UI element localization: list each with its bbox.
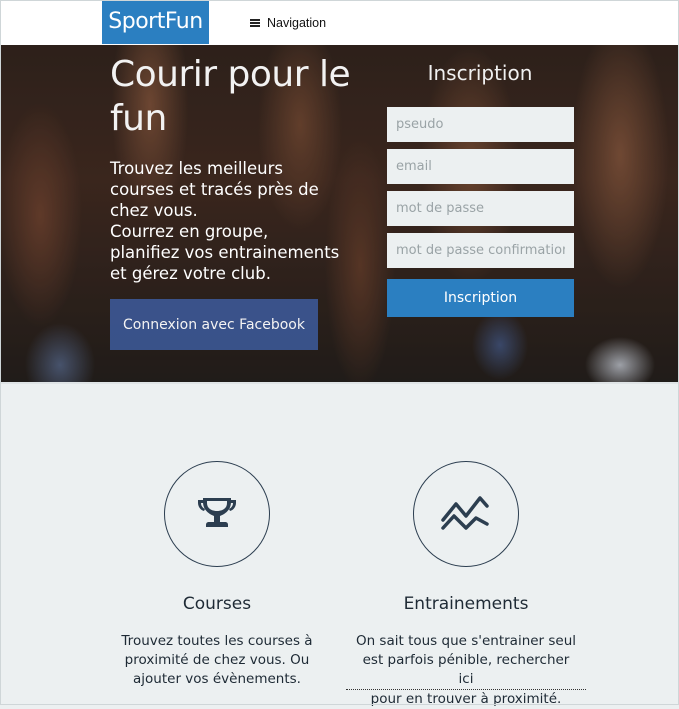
hero-line: Trouvez les meilleurs [110, 159, 283, 178]
feature-description: On sait tous que s'entrainer seul est pa… [346, 632, 586, 709]
navbar: SportFun Navigation [0, 0, 679, 46]
feature-title: Courses [182, 594, 252, 614]
signup-submit-button[interactable]: Inscription [387, 279, 574, 317]
hero-line: Courrez en groupe, [110, 222, 269, 241]
hero-line: courses et tracés près de [110, 180, 319, 199]
hamburger-icon [250, 19, 260, 27]
hero-line: et gérez votre club. [110, 264, 271, 283]
pseudo-input[interactable] [387, 107, 574, 142]
hero-section: Courir pour le fun Trouvez les meilleurs… [0, 45, 679, 382]
navigation-toggle[interactable]: Navigation [250, 13, 326, 33]
feature-description: Trouvez toutes les courses à proximité d… [97, 632, 337, 689]
hero-line: planifiez vos entrainements [110, 243, 340, 262]
feature-line: Trouvez toutes les courses à [121, 633, 313, 649]
feature-line: proximité de chez vous. Ou [124, 652, 310, 668]
email-input[interactable] [387, 149, 574, 184]
brand-logo[interactable]: SportFun [102, 0, 209, 44]
facebook-login-button[interactable]: Connexion avec Facebook [110, 299, 318, 350]
feature-line: ajouter vos évènements. [133, 671, 301, 687]
hero-title: Courir pour le fun [110, 54, 351, 139]
feature-icon-circle [164, 461, 270, 567]
hero-description: Trouvez les meilleurs courses et tracés … [110, 158, 370, 284]
trophy-icon [198, 498, 236, 527]
features-section: Courses Trouvez toutes les courses à pro… [0, 382, 679, 707]
feature-icon-circle [413, 461, 519, 567]
password-confirm-input[interactable] [387, 233, 574, 268]
navigation-label: Navigation [267, 16, 327, 30]
feature-line: pour en trouver à proximité. [370, 691, 562, 707]
search-link[interactable]: ici [346, 670, 586, 690]
chart-line-icon [441, 496, 489, 530]
feature-title: Entrainements [403, 594, 529, 614]
feature-line: est parfois pénible, rechercher ici [346, 651, 586, 690]
password-input[interactable] [387, 191, 574, 226]
signup-title: Inscription [427, 61, 533, 85]
feature-line: On sait tous que s'entrainer seul [355, 633, 577, 649]
feature-line-text: est parfois pénible, rechercher [362, 652, 570, 668]
hero-line: chez vous. [110, 201, 198, 220]
